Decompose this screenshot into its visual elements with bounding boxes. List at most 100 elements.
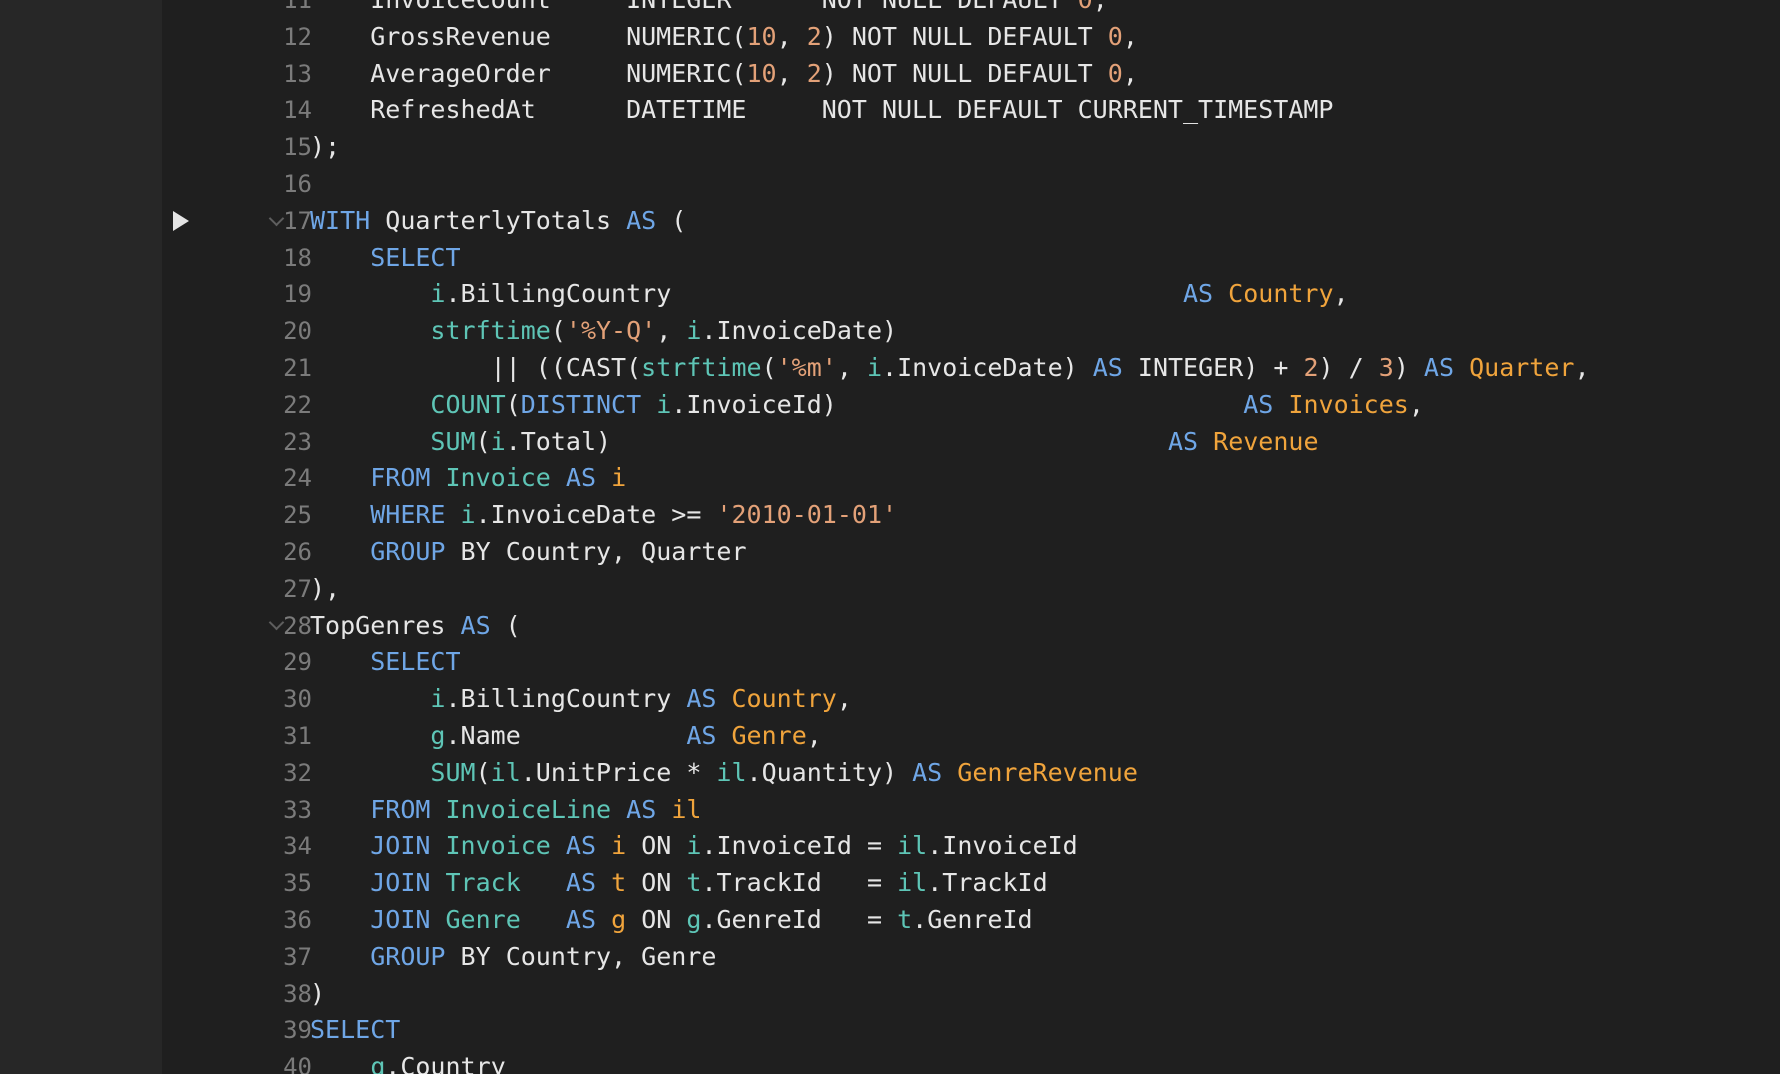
line-number: 19 — [283, 280, 312, 309]
code-text[interactable]: GrossRevenue NUMERIC(10, 2) NOT NULL DEF… — [310, 19, 1138, 56]
code-text[interactable]: ) — [310, 976, 325, 1013]
code-line[interactable]: 12 GrossRevenue NUMERIC(10, 2) NOT NULL … — [162, 19, 1780, 56]
code-text[interactable]: SELECT — [310, 644, 460, 681]
code-token: Invoices — [1288, 389, 1409, 419]
code-token: TopGenres — [310, 610, 461, 640]
code-line[interactable]: 16 — [162, 166, 1780, 203]
code-text[interactable]: GROUP BY Country, Quarter — [310, 534, 747, 571]
code-token: AS — [912, 757, 943, 787]
code-token: AS — [626, 794, 657, 824]
code-token: , — [1122, 58, 1138, 88]
code-text[interactable]: || ((CAST(strftime('%m', i.InvoiceDate) … — [310, 350, 1590, 387]
code-text[interactable]: SELECT — [310, 240, 460, 277]
code-text[interactable]: SELECT — [310, 1012, 400, 1049]
code-text[interactable]: ), — [310, 571, 340, 608]
code-line[interactable]: 17 WITH QuarterlyTotals AS ( — [162, 203, 1780, 240]
code-line[interactable]: 15); — [162, 129, 1780, 166]
code-text[interactable]: i.BillingCountry AS Country, — [310, 681, 851, 718]
code-line[interactable]: 27), — [162, 571, 1780, 608]
code-token: , — [776, 21, 807, 51]
chevron-down-icon[interactable] — [265, 608, 287, 645]
code-text[interactable]: InvoiceCount INTEGER NOT NULL DEFAULT 0, — [310, 0, 1108, 19]
line-number: 29 — [283, 648, 312, 677]
code-token: ( — [656, 205, 687, 235]
code-line[interactable]: 24 FROM Invoice AS i — [162, 460, 1780, 497]
code-text[interactable]: AverageOrder NUMERIC(10, 2) NOT NULL DEF… — [310, 56, 1138, 93]
code-text[interactable]: FROM InvoiceLine AS il — [310, 792, 701, 829]
code-token: AS — [565, 905, 597, 934]
code-text[interactable]: WHERE i.InvoiceDate >= '2010-01-01' — [310, 497, 897, 534]
code-line[interactable]: 35 JOIN Track AS t ON t.TrackId = il.Tra… — [162, 865, 1780, 902]
code-line[interactable]: 34 JOIN Invoice AS i ON i.InvoiceId = il… — [162, 828, 1780, 865]
code-text[interactable]: i.BillingCountry AS Country, — [310, 276, 1348, 313]
code-text[interactable]: q.Country — [310, 1049, 505, 1074]
code-line[interactable]: 26 GROUP BY Country, Quarter — [162, 534, 1780, 571]
code-text[interactable]: JOIN Invoice AS i ON i.InvoiceId = il.In… — [310, 828, 1078, 865]
code-token: i — [686, 831, 702, 861]
code-token: '2010-01-01' — [716, 500, 898, 530]
code-line[interactable]: 11 InvoiceCount INTEGER NOT NULL DEFAULT… — [162, 0, 1780, 19]
code-token: 0 — [1078, 0, 1093, 14]
code-line[interactable]: 31 g.Name AS Genre, — [162, 718, 1780, 755]
code-token: g — [430, 721, 446, 750]
code-line[interactable]: 38) — [162, 976, 1780, 1013]
code-token: InvoiceCount INTEGER NOT NULL DEFAULT — [310, 0, 1078, 14]
code-text[interactable]: strftime('%Y-Q', i.InvoiceDate) — [310, 313, 897, 350]
code-token: ( — [490, 610, 521, 640]
code-line[interactable]: 22 COUNT(DISTINCT i.InvoiceId) AS Invoic… — [162, 387, 1780, 424]
code-line[interactable]: 32 SUM(il.UnitPrice * il.Quantity) AS Ge… — [162, 755, 1780, 792]
code-line[interactable]: 20 strftime('%Y-Q', i.InvoiceDate) — [162, 313, 1780, 350]
code-token: .InvoiceId — [927, 831, 1078, 861]
code-token: ) NOT NULL DEFAULT — [821, 21, 1108, 51]
code-text[interactable]: TopGenres AS ( — [310, 608, 521, 645]
code-text[interactable]: ); — [310, 129, 340, 166]
code-token: GenreRevenue — [957, 757, 1138, 787]
code-line[interactable]: 25 WHERE i.InvoiceDate >= '2010-01-01' — [162, 497, 1780, 534]
code-line[interactable]: 36 JOIN Genre AS g ON g.GenreId = t.Genr… — [162, 902, 1780, 939]
code-line[interactable]: 19 i.BillingCountry AS Country, — [162, 276, 1780, 313]
code-text[interactable]: JOIN Genre AS g ON g.GenreId = t.GenreId — [310, 902, 1032, 939]
code-text[interactable]: WITH QuarterlyTotals AS ( — [310, 203, 686, 240]
code-line[interactable]: 40 q.Country — [162, 1049, 1780, 1074]
code-line[interactable]: 13 AverageOrder NUMERIC(10, 2) NOT NULL … — [162, 56, 1780, 93]
code-line[interactable]: 14 RefreshedAt DATETIME NOT NULL DEFAULT… — [162, 92, 1780, 129]
code-token: SELECT — [310, 1015, 401, 1045]
code-token: t — [686, 868, 702, 898]
code-text[interactable]: g.Name AS Genre, — [310, 718, 821, 755]
code-text[interactable]: COUNT(DISTINCT i.InvoiceId) AS Invoices, — [310, 387, 1423, 424]
code-line[interactable]: 18 SELECT — [162, 240, 1780, 277]
code-line[interactable]: 21 || ((CAST(strftime('%m', i.InvoiceDat… — [162, 350, 1780, 387]
code-line[interactable]: 23 SUM(i.Total) AS Revenue — [162, 424, 1780, 461]
run-triangle-icon[interactable] — [170, 203, 192, 240]
code-line[interactable]: 37 GROUP BY Country, Genre — [162, 939, 1780, 976]
code-line[interactable]: 30 i.BillingCountry AS Country, — [162, 681, 1780, 718]
code-token: .TrackId = — [701, 868, 898, 898]
code-text[interactable]: RefreshedAt DATETIME NOT NULL DEFAULT CU… — [310, 92, 1333, 129]
code-text[interactable]: FROM Invoice AS i — [310, 460, 626, 497]
code-token: BY Country, Quarter — [445, 537, 747, 566]
code-line[interactable]: 39 SELECT — [162, 1012, 1780, 1049]
code-line[interactable]: 33 FROM InvoiceLine AS il — [162, 792, 1780, 829]
code-text[interactable]: SUM(il.UnitPrice * il.Quantity) AS Genre… — [310, 755, 1138, 792]
line-number: 34 — [283, 832, 312, 861]
code-line[interactable]: 28 TopGenres AS ( — [162, 608, 1780, 645]
code-token: t — [611, 868, 627, 898]
chevron-down-icon[interactable] — [265, 203, 287, 240]
code-text[interactable]: SUM(i.Total) AS Revenue — [310, 424, 1318, 461]
code-editor[interactable]: 11 InvoiceCount INTEGER NOT NULL DEFAULT… — [162, 0, 1780, 1074]
line-number: 38 — [283, 979, 312, 1008]
code-line[interactable]: 29 SELECT — [162, 644, 1780, 681]
code-text[interactable]: JOIN Track AS t ON t.TrackId = il.TrackI… — [310, 865, 1048, 902]
code-token: .TrackId — [927, 868, 1048, 898]
code-token: AS — [686, 721, 717, 750]
code-text[interactable]: GROUP BY Country, Genre — [310, 939, 716, 976]
code-token: Quarter — [1469, 353, 1575, 382]
